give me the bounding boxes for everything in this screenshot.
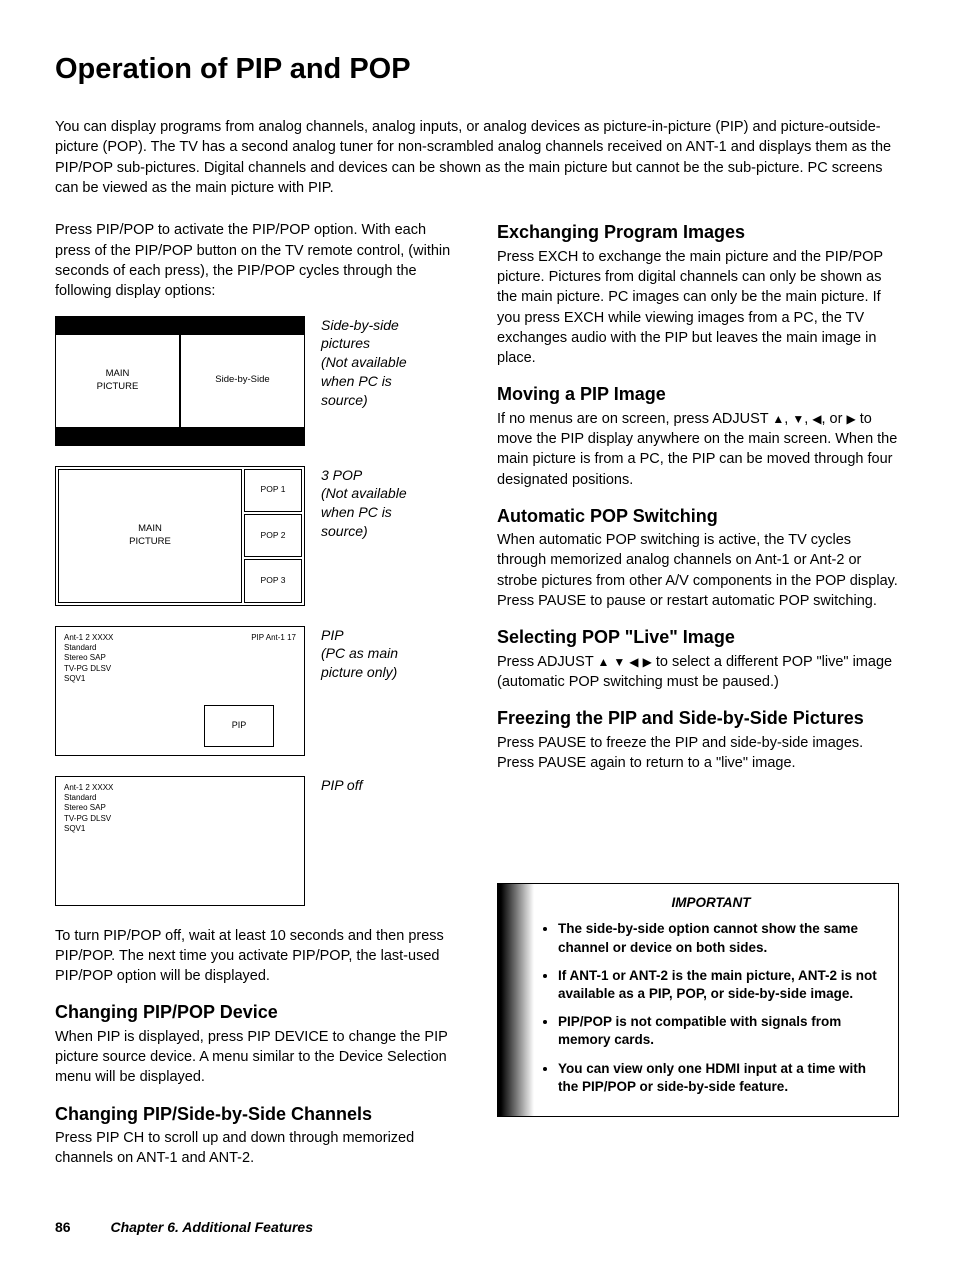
diagram-side-by-side: MAIN PICTURE Side-by-Side [55, 316, 305, 446]
diagram-3pop: MAIN PICTURE POP 1 POP 2 POP 3 [55, 466, 305, 606]
diagram-pip-off: Ant-1 2 XXXX Standard Stereo SAP TV-PG D… [55, 776, 305, 906]
heading-moving: Moving a PIP Image [497, 382, 899, 406]
pop-3-label: POP 3 [244, 559, 302, 602]
diagram-caption-2: 3 POP (Not available when PC is source) [321, 466, 431, 542]
osd-info-text: Ant-1 2 XXXX Standard Stereo SAP TV-PG D… [64, 633, 113, 685]
pop-2-label: POP 2 [244, 514, 302, 557]
arrow-left-icon: ◀ [812, 412, 821, 426]
diagram-main-label: MAIN PICTURE [55, 334, 180, 428]
page-title: Operation of PIP and POP [55, 50, 899, 89]
important-item: You can view only one HDMI input at a ti… [558, 1060, 884, 1096]
diagram-caption-3: PIP (PC as main picture only) [321, 626, 431, 683]
heading-changing-device: Changing PIP/POP Device [55, 1000, 457, 1024]
important-box: IMPORTANT The side-by-side option cannot… [497, 883, 899, 1117]
heading-auto-pop: Automatic POP Switching [497, 504, 899, 528]
diagram-sbs-label: Side-by-Side [180, 334, 305, 428]
arrow-left-icon: ◀ [629, 655, 638, 669]
osd-info-text: Ant-1 2 XXXX Standard Stereo SAP TV-PG D… [64, 783, 113, 835]
arrow-down-icon: ▼ [613, 655, 625, 669]
important-title: IMPORTANT [538, 894, 884, 912]
para-changing-device: When PIP is displayed, press PIP DEVICE … [55, 1027, 457, 1088]
para-exchanging: Press EXCH to exchange the main picture … [497, 247, 899, 369]
heading-exchanging: Exchanging Program Images [497, 220, 899, 244]
osd-pip-source: PIP Ant-1 17 [251, 633, 296, 644]
arrow-up-icon: ▲ [597, 655, 609, 669]
para-freezing: Press PAUSE to freeze the PIP and side-b… [497, 733, 899, 774]
diagram-caption-1: Side-by-side pictures (Not available whe… [321, 316, 431, 410]
arrow-down-icon: ▼ [792, 412, 804, 426]
arrow-up-icon: ▲ [772, 412, 784, 426]
arrow-right-icon: ▶ [643, 655, 652, 669]
left-para-1: Press PIP/POP to activate the PIP/POP op… [55, 220, 457, 301]
diagram-caption-4: PIP off [321, 776, 363, 795]
intro-paragraph: You can display programs from analog cha… [55, 117, 899, 198]
para-auto-pop: When automatic POP switching is active, … [497, 530, 899, 611]
pip-window: PIP [204, 705, 274, 747]
important-item: PIP/POP is not compatible with signals f… [558, 1013, 884, 1049]
page-number: 86 [55, 1219, 71, 1235]
important-shade [498, 884, 534, 1116]
para-changing-channels: Press PIP CH to scroll up and down throu… [55, 1128, 457, 1169]
arrow-right-icon: ▶ [846, 412, 855, 426]
chapter-label: Chapter 6. Additional Features [110, 1219, 313, 1235]
important-item: If ANT-1 or ANT-2 is the main picture, A… [558, 967, 884, 1003]
heading-freezing: Freezing the PIP and Side-by-Side Pictur… [497, 706, 899, 730]
para-select-live: Press ADJUST ▲ ▼ ◀ ▶ to select a differe… [497, 652, 899, 693]
pop-1-label: POP 1 [244, 469, 302, 512]
left-para-2: To turn PIP/POP off, wait at least 10 se… [55, 926, 457, 987]
important-item: The side-by-side option cannot show the … [558, 920, 884, 956]
diagram-main-label: MAIN PICTURE [58, 469, 242, 603]
heading-select-live: Selecting POP "Live" Image [497, 625, 899, 649]
para-moving: If no menus are on screen, press ADJUST … [497, 409, 899, 490]
diagram-pip: Ant-1 2 XXXX Standard Stereo SAP TV-PG D… [55, 626, 305, 756]
heading-changing-channels: Changing PIP/Side-by-Side Channels [55, 1102, 457, 1126]
